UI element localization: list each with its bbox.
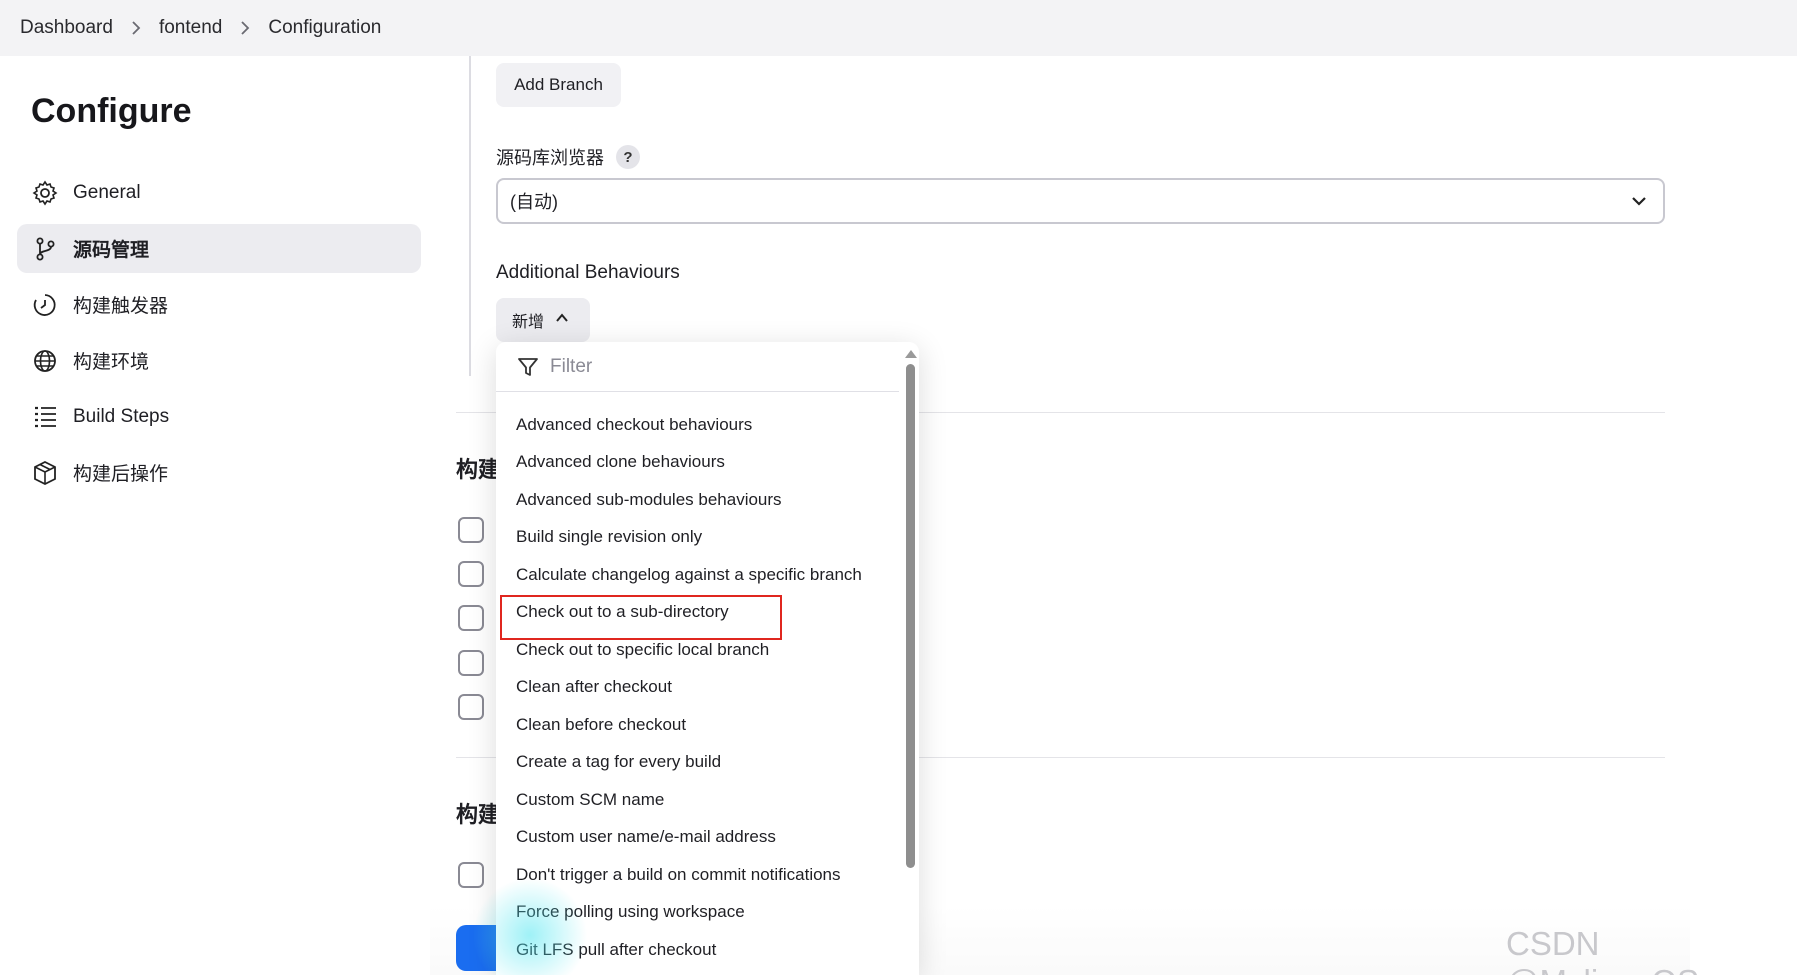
sidebar-item-triggers[interactable]: 构建触发器 (17, 280, 421, 329)
additional-behaviours-label: Additional Behaviours (496, 262, 680, 283)
build-triggers-heading: 构建 (456, 457, 501, 482)
repo-browser-select-value: (自动) (510, 192, 558, 212)
add-behaviour-button[interactable]: 新增 (496, 298, 590, 342)
menu-item[interactable]: Create a tag for every build (496, 744, 919, 782)
sidebar-item-label: Build Steps (73, 405, 170, 427)
chevron-up-icon (554, 310, 570, 331)
trigger-checkbox[interactable] (458, 561, 484, 587)
menu-item[interactable]: Calculate changelog against a specific b… (496, 556, 919, 594)
help-icon[interactable]: ? (616, 145, 640, 169)
env-checkbox[interactable] (458, 862, 484, 888)
add-behaviour-label: 新增 (512, 314, 545, 331)
sidebar-item-label: 构建触发器 (73, 296, 169, 317)
gear-icon (31, 179, 59, 207)
sidebar-item-post-build[interactable]: 构建后操作 (17, 448, 421, 497)
dropdown-scrollbar[interactable] (905, 350, 917, 970)
sidebar-item-label: 构建后操作 (73, 464, 169, 485)
clock-icon (31, 291, 59, 319)
sidebar-item-build-steps[interactable]: Build Steps (17, 392, 421, 441)
repo-browser-select[interactable]: (自动) (496, 178, 1665, 224)
filter-input[interactable] (550, 355, 870, 378)
package-icon (31, 459, 59, 487)
breadcrumb-configuration[interactable]: Configuration (268, 17, 381, 39)
repo-browser-label-text: 源码库浏览器 (496, 148, 604, 168)
trigger-checkbox[interactable] (458, 650, 484, 676)
menu-item[interactable]: Clean after checkout (496, 669, 919, 707)
behaviours-dropdown: Advanced checkout behaviours Advanced cl… (496, 342, 919, 975)
sidebar-item-scm[interactable]: 源码管理 (17, 224, 421, 273)
menu-item[interactable]: Git LFS pull after checkout (496, 931, 919, 969)
filter-icon (516, 355, 540, 379)
add-branch-button[interactable]: Add Branch (496, 63, 621, 107)
sidebar-item-label: 构建环境 (73, 352, 150, 373)
list-icon (31, 403, 59, 431)
sidebar-item-general[interactable]: General (17, 168, 421, 217)
build-env-heading: 构建 (456, 802, 501, 827)
watermark: CSDN @MylinuxOS (1506, 925, 1699, 975)
globe-icon (31, 347, 59, 375)
breadcrumb-dashboard[interactable]: Dashboard (20, 17, 113, 39)
repo-browser-label: 源码库浏览器 ? (496, 144, 640, 170)
menu-item[interactable]: Don't trigger a build on commit notifica… (496, 856, 919, 894)
breadcrumb-fontend[interactable]: fontend (159, 17, 222, 39)
menu-item[interactable]: Custom SCM name (496, 781, 919, 819)
scroll-thumb[interactable] (905, 364, 915, 868)
filter-row (496, 342, 899, 392)
breadcrumb-bar: Dashboard fontend Configuration (0, 0, 1797, 56)
menu-item[interactable]: Advanced clone behaviours (496, 444, 919, 482)
menu-item[interactable]: Advanced checkout behaviours (496, 406, 919, 444)
menu-item[interactable]: Check out to specific local branch (496, 631, 919, 669)
git-branch-icon (31, 235, 59, 263)
menu-item-highlighted[interactable]: Check out to a sub-directory (496, 594, 919, 639)
trigger-checkbox[interactable] (458, 694, 484, 720)
page-title: Configure (31, 92, 192, 130)
menu-item[interactable]: Clean before checkout (496, 706, 919, 744)
section-divider (469, 56, 471, 376)
chevron-right-icon (234, 17, 256, 39)
sidebar-item-label: General (73, 181, 141, 203)
menu-item[interactable]: Build single revision only (496, 519, 919, 557)
menu-item[interactable]: Force polling using workspace (496, 894, 919, 932)
chevron-down-icon (1629, 191, 1649, 216)
sidebar-item-label: 源码管理 (73, 240, 150, 261)
menu-item[interactable]: Custom user name/e-mail address (496, 819, 919, 857)
sidebar-item-environment[interactable]: 构建环境 (17, 336, 421, 385)
behaviours-menu-list: Advanced checkout behaviours Advanced cl… (496, 392, 919, 969)
scroll-up-arrow-icon[interactable] (905, 350, 917, 358)
trigger-checkbox[interactable] (458, 605, 484, 631)
sidebar-nav: General 源码管理 构建触发器 构建环境 Build Steps 构建后操… (17, 168, 421, 504)
menu-item[interactable]: Advanced sub-modules behaviours (496, 481, 919, 519)
trigger-checkbox[interactable] (458, 517, 484, 543)
chevron-right-icon (125, 17, 147, 39)
